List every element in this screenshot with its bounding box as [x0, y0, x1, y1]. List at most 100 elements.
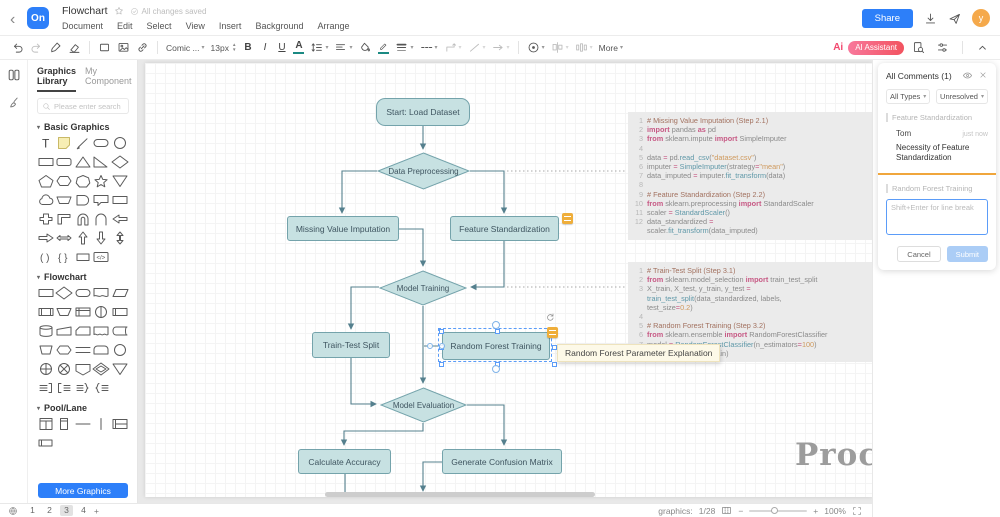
zoom-out-button[interactable]: − [738, 506, 743, 516]
overview-icon[interactable] [8, 506, 18, 516]
menu-select[interactable]: Select [147, 21, 172, 31]
shape-lineh[interactable] [74, 416, 92, 431]
shape-pentagon[interactable] [37, 173, 55, 188]
shape-manualop[interactable] [55, 304, 73, 319]
adjust-settings-button[interactable] [933, 38, 952, 57]
add-page-button[interactable]: + [94, 506, 99, 516]
canvas[interactable]: ProcessOn Start: Load DatasetData Prepro… [138, 60, 872, 503]
bold-button[interactable]: B [239, 38, 256, 57]
stroke-color-button[interactable] [374, 38, 392, 57]
shape-anno2[interactable] [55, 380, 73, 395]
minimap-icon[interactable] [721, 505, 732, 516]
back-icon[interactable]: ‹ [10, 11, 15, 29]
shape-trapdown[interactable] [37, 342, 55, 357]
zoom-in-button[interactable]: + [813, 506, 818, 516]
fill-color-button[interactable] [355, 38, 374, 57]
flow-node-mvi[interactable]: Missing Value Imputation [287, 216, 399, 241]
shape-rounded[interactable] [92, 135, 110, 150]
shape-rounded2[interactable] [55, 154, 73, 169]
italic-button[interactable]: I [256, 38, 273, 57]
flow-node-rft[interactable]: Random Forest Training [442, 332, 550, 360]
underline-button[interactable]: U [273, 38, 290, 57]
shape-anno1[interactable] [37, 380, 55, 395]
shape-wavydoc[interactable] [92, 323, 110, 338]
menu-edit[interactable]: Edit [117, 21, 133, 31]
selection-handle[interactable] [552, 362, 557, 367]
shape-arrowup[interactable] [74, 230, 92, 245]
flow-node-tts[interactable]: Train-Test Split [312, 332, 390, 358]
section-header-basic-graphics[interactable]: ▾Basic Graphics [37, 122, 129, 132]
shape-arrowleft[interactable] [111, 211, 129, 226]
more-button[interactable]: More▾ [596, 38, 626, 57]
cancel-button[interactable]: Cancel [897, 246, 940, 262]
avatar[interactable]: y [972, 9, 990, 27]
zoom-slider[interactable] [749, 510, 807, 512]
shape-circle2[interactable] [111, 342, 129, 357]
library-panel-icon[interactable] [7, 68, 21, 82]
connection-port[interactable] [492, 321, 500, 329]
font-color-button[interactable]: A [290, 38, 307, 57]
shape-card[interactable] [74, 323, 92, 338]
menu-insert[interactable]: Insert [219, 21, 242, 31]
flow-node-preprocess[interactable]: Data Preprocessing [377, 152, 470, 190]
flow-node-fs[interactable]: Feature Standardization [450, 216, 559, 241]
comment-marker-icon[interactable] [562, 213, 573, 224]
shape-cross[interactable] [37, 211, 55, 226]
shape-linev[interactable] [92, 416, 110, 431]
shape-brace[interactable]: { } [55, 249, 73, 264]
download-icon[interactable] [924, 12, 937, 25]
shape-decision[interactable] [55, 285, 73, 300]
theme-button[interactable]: ▾ [524, 38, 548, 57]
shape-rect3[interactable] [74, 249, 92, 264]
shape-summing[interactable] [55, 361, 73, 376]
line-style-button[interactable]: ▾ [417, 38, 441, 57]
shape-storeddata[interactable] [111, 323, 129, 338]
shape-decisioninner[interactable] [92, 361, 110, 376]
shape-trapezoid[interactable] [55, 192, 73, 207]
flow-node-gcm[interactable]: Generate Confusion Matrix [442, 449, 562, 474]
shape-data[interactable] [111, 285, 129, 300]
page-tab-2[interactable]: 2 [43, 505, 56, 516]
clear-canvas-icon[interactable] [7, 96, 20, 109]
font-family-button[interactable]: Comic ...▾ [163, 38, 208, 57]
shape-preparation[interactable] [55, 342, 73, 357]
shape-orjunction[interactable] [37, 361, 55, 376]
flow-node-start[interactable]: Start: Load Dataset [376, 98, 470, 126]
more-graphics-button[interactable]: More Graphics [38, 483, 128, 498]
search-input[interactable] [54, 102, 124, 111]
shape-parallel[interactable] [74, 342, 92, 357]
flow-node-ca[interactable]: Calculate Accuracy [298, 449, 391, 474]
comment-marker-icon[interactable] [547, 327, 558, 338]
filter-type-select[interactable]: All Types▾ [886, 89, 930, 104]
shape-rect[interactable] [37, 154, 55, 169]
shape-circle[interactable] [111, 135, 129, 150]
text-align-button[interactable]: ▾ [331, 38, 355, 57]
eye-icon[interactable] [962, 70, 973, 81]
section-header-pool-lane[interactable]: ▾Pool/Lane [37, 403, 129, 413]
shape-heptagon[interactable] [74, 173, 92, 188]
app-logo[interactable]: On [27, 7, 49, 29]
menu-document[interactable]: Document [62, 21, 103, 31]
shape-predefined[interactable] [37, 304, 55, 319]
shape-hexagon[interactable] [55, 173, 73, 188]
insert-shape-button[interactable] [95, 38, 114, 57]
page-tab-3[interactable]: 3 [60, 505, 73, 516]
star-icon[interactable] [114, 6, 124, 16]
font-size-button[interactable]: 13px▲▼ [208, 38, 240, 57]
shape-triangle[interactable] [74, 154, 92, 169]
collapse-toolbar-button[interactable] [973, 38, 992, 57]
insert-link-button[interactable] [133, 38, 152, 57]
shape-arrowupdown[interactable] [111, 230, 129, 245]
shape-process[interactable] [37, 285, 55, 300]
close-icon[interactable] [978, 70, 988, 81]
undo-button[interactable] [8, 38, 27, 57]
flow-node-me[interactable]: Model Evaluation [380, 387, 467, 423]
shape-invtriangle[interactable] [111, 173, 129, 188]
shape-terminator[interactable] [74, 285, 92, 300]
selection-handle[interactable] [439, 362, 444, 367]
line-width-button[interactable]: ▾ [392, 38, 416, 57]
page-tab-4[interactable]: 4 [77, 505, 90, 516]
shape-anno3[interactable] [74, 380, 92, 395]
shape-halfround[interactable] [74, 192, 92, 207]
shape-display[interactable] [74, 361, 92, 376]
